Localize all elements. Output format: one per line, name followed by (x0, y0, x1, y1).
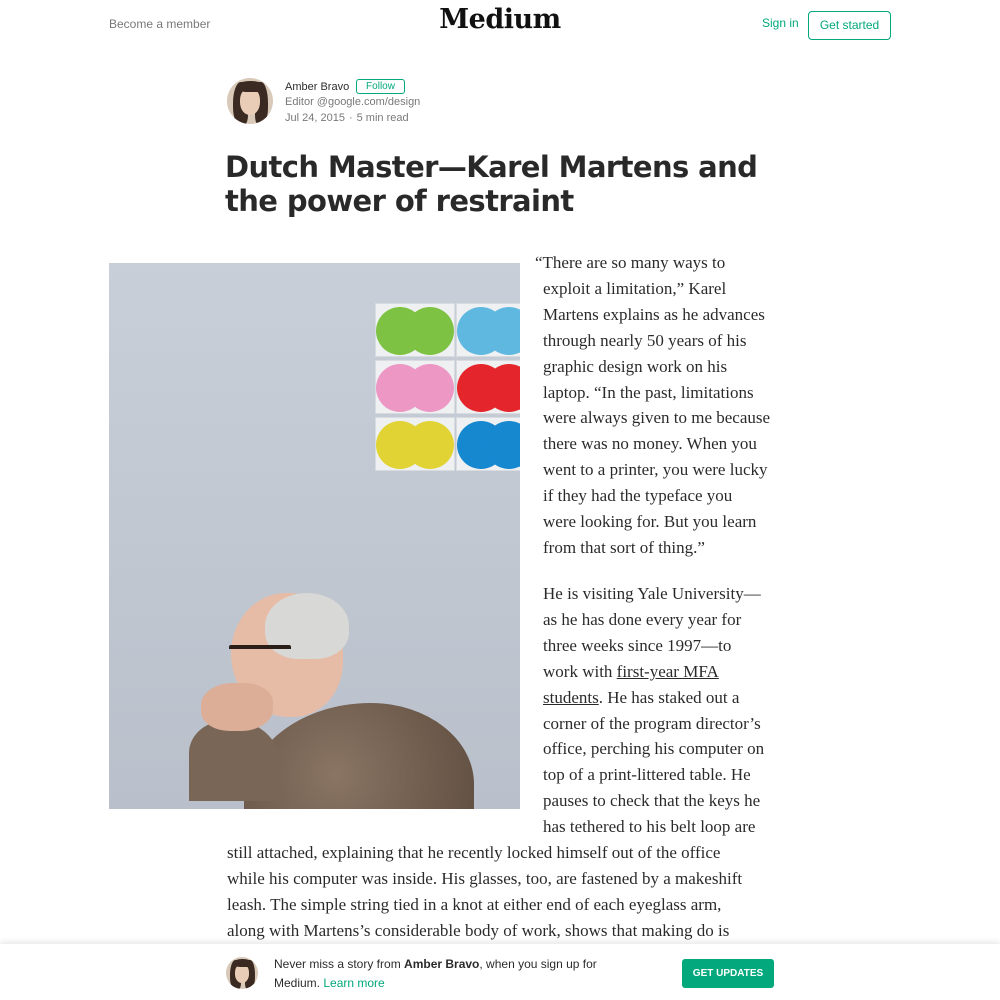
paragraph-line: were always given to me because (543, 408, 771, 428)
line-text: . He has staked out a (598, 687, 740, 707)
follow-button[interactable]: Follow (356, 79, 405, 94)
article-photo[interactable] (109, 263, 520, 809)
banner-author-name: Amber Bravo (404, 957, 480, 971)
read-time: 5 min read (356, 112, 409, 124)
poster-pink (375, 360, 455, 414)
get-started-button[interactable]: Get started (808, 11, 891, 40)
figure-glasses (229, 645, 291, 653)
article-title: Dutch Master—Karel Martens and the power… (225, 150, 758, 218)
paragraph-line: pauses to check that the keys he (543, 791, 761, 811)
signup-banner: Never miss a story from Amber Bravo, whe… (0, 944, 1000, 1000)
paragraph-line: office, perching his computer on (543, 739, 765, 759)
paragraph-line: corner of the program director’s (543, 713, 761, 733)
paragraph-line: has tethered to his belt loop are (543, 817, 756, 837)
poster-green (375, 303, 455, 357)
banner-text-post: , when you sign up for (479, 957, 597, 971)
paragraph-line: “There are so many ways to (535, 253, 726, 272)
sign-in-link[interactable]: Sign in (762, 16, 799, 30)
banner-author-avatar[interactable] (226, 957, 258, 989)
figure-arm (189, 721, 279, 801)
paragraph-line: still attached, explaining that he recen… (227, 843, 721, 862)
poster-cyan (456, 417, 520, 471)
site-header: Become a member Medium Sign in Get start… (0, 0, 1000, 50)
poster-yellow (375, 417, 455, 471)
paragraph-line: students. He has staked out a (543, 685, 783, 711)
paragraph-1: “There are so many ways to exploit a lim… (535, 250, 785, 561)
paragraph-line: while his computer was inside. His glass… (227, 868, 743, 888)
post-meta: Jul 24, 2015 · 5 min read (285, 112, 409, 124)
paragraph-3: still attached, explaining that he recen… (227, 840, 787, 944)
paragraph-line: graphic design work on his (543, 356, 728, 376)
figure-hand (201, 683, 273, 731)
learn-more-link[interactable]: Learn more (323, 976, 384, 990)
paragraph-line: there was no money. When you (543, 434, 757, 454)
mfa-students-link[interactable]: first-year MFA (617, 662, 719, 681)
paragraph-line: work with first-year MFA (543, 659, 783, 685)
medium-logo[interactable]: Medium (439, 4, 561, 35)
paragraph-line: three weeks since 1997—to (543, 635, 732, 655)
poster-red (456, 360, 520, 414)
paragraph-2: He is visiting Yale University— as he ha… (543, 581, 783, 840)
banner-text: Never miss a story from Amber Bravo, whe… (274, 955, 654, 993)
paragraph-line: He is visiting Yale University— (543, 584, 761, 603)
author-avatar[interactable] (227, 78, 273, 124)
meta-separator: · (348, 112, 353, 124)
paragraph-line: top of a print-littered table. He (543, 765, 751, 785)
paragraph-line: went to a printer, you were lucky (543, 460, 768, 480)
paragraph-line: through nearly 50 years of his (543, 330, 747, 350)
poster-blue (456, 303, 520, 357)
paragraph-line: were looking for. But you learn (543, 512, 757, 532)
paragraph-line: exploit a limitation,” Karel (543, 278, 727, 298)
paragraph-line: if they had the typeface you (543, 486, 733, 506)
paragraph-line: as he has done every year for (543, 609, 742, 629)
banner-text-pre: Never miss a story from (274, 957, 405, 971)
banner-text-line2: Medium. (274, 976, 324, 990)
author-name-link[interactable]: Amber Bravo (285, 81, 349, 93)
paragraph-line: laptop. “In the past, limitations (543, 382, 754, 402)
post-date: Jul 24, 2015 (285, 112, 345, 124)
author-bio: Editor @google.com/design (285, 96, 421, 108)
paragraph-line: leash. The simple string tied in a knot … (227, 894, 722, 914)
paragraph-line: from that sort of thing.” (543, 537, 705, 557)
paragraph-line: along with Martens’s considerable body o… (227, 920, 730, 940)
line-text: work with (543, 661, 617, 681)
mfa-students-link-cont[interactable]: students (543, 688, 599, 707)
paragraph-line: Martens explains as he advances (543, 304, 765, 324)
get-updates-button[interactable]: GET UPDATES (682, 959, 774, 988)
